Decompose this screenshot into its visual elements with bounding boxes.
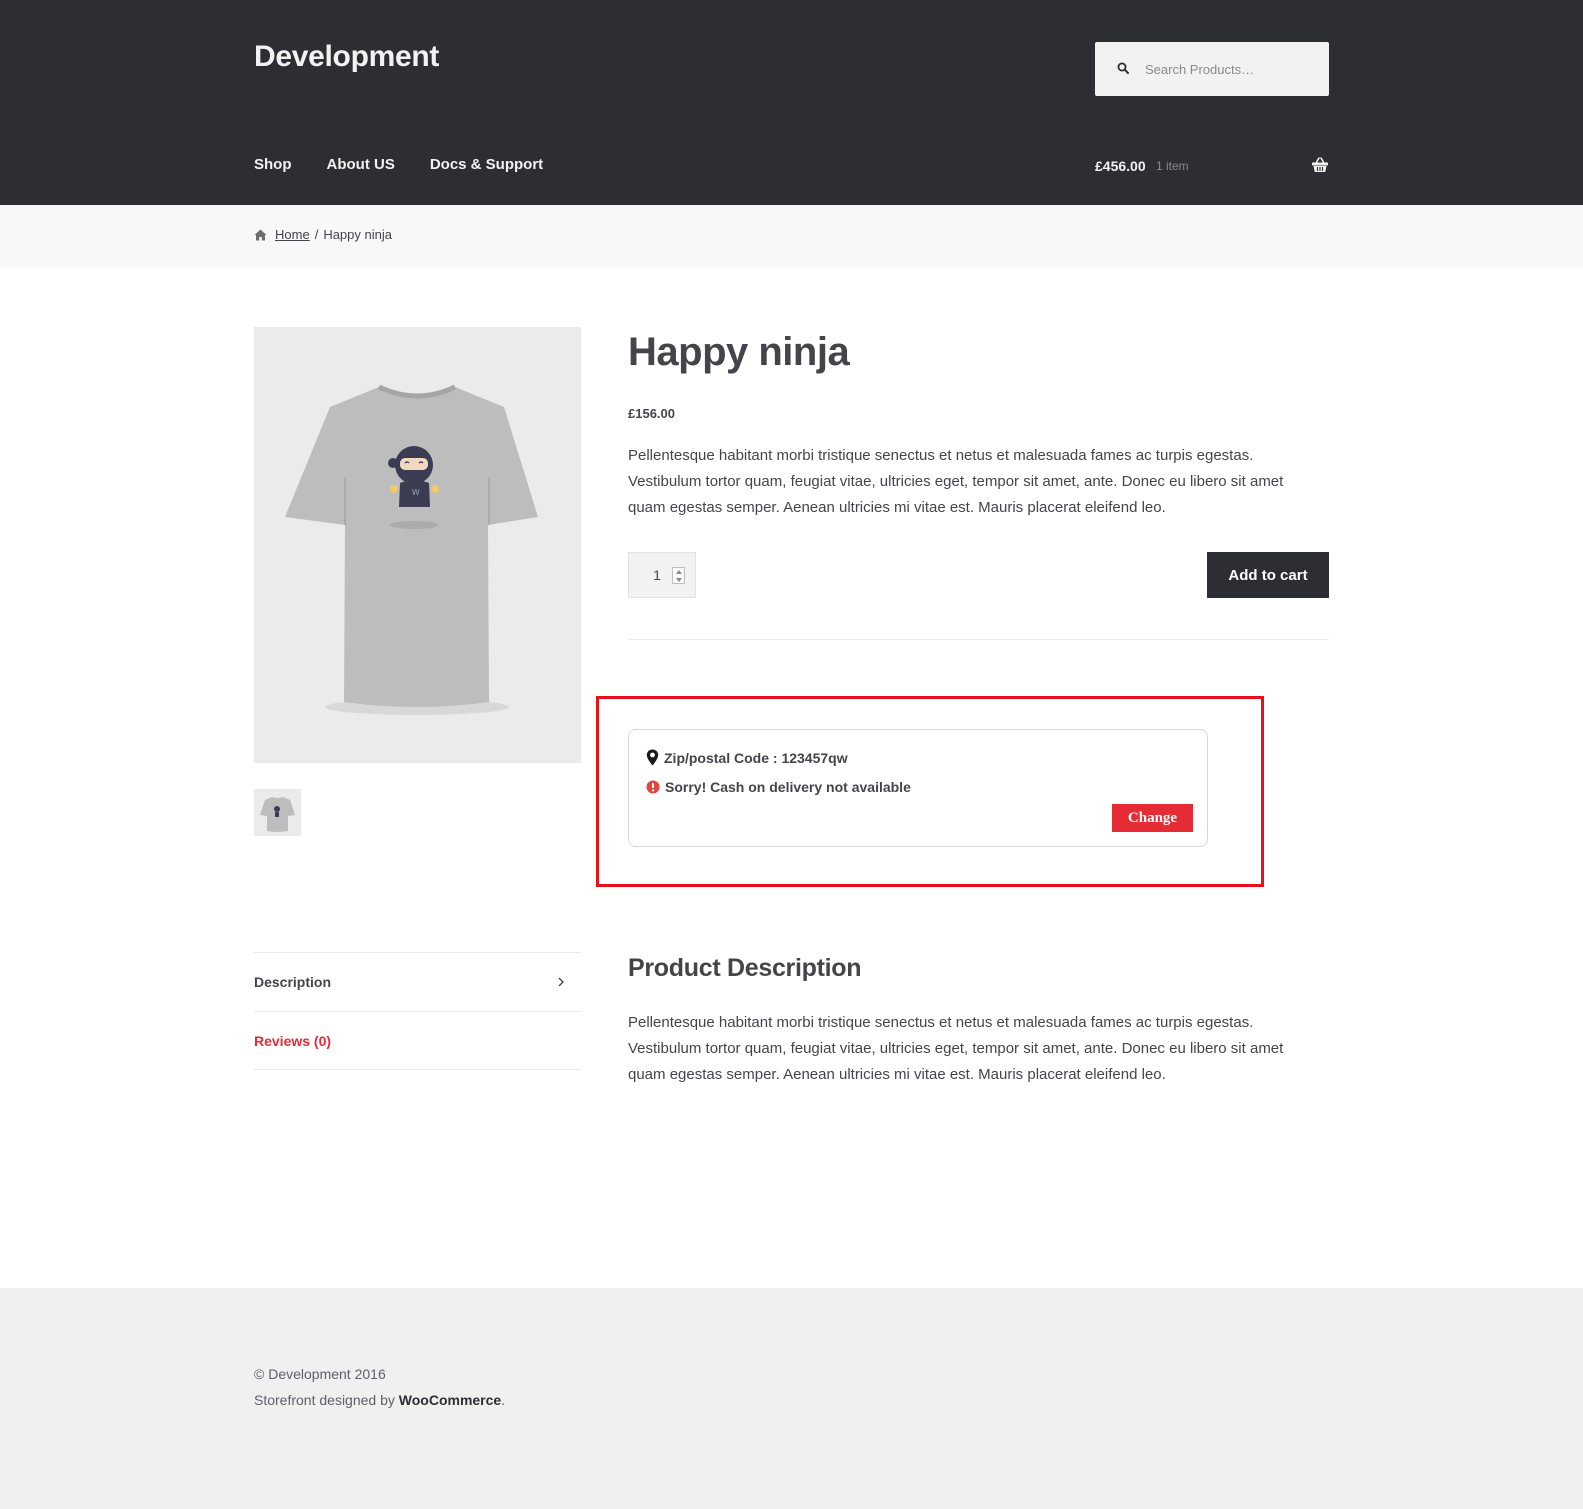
- breadcrumb-separator: /: [314, 227, 319, 242]
- footer-credit-prefix: Storefront designed by: [254, 1392, 399, 1408]
- search-box: [1095, 42, 1329, 96]
- home-icon: [254, 229, 267, 240]
- cod-message-row: Sorry! Cash on delivery not available: [646, 779, 911, 795]
- cart-count: 1 item: [1156, 159, 1189, 173]
- quantity-input[interactable]: [639, 565, 675, 585]
- nav-docs-support[interactable]: Docs & Support: [430, 156, 543, 173]
- woocommerce-link[interactable]: WooCommerce: [399, 1392, 501, 1408]
- svg-text:W: W: [412, 488, 420, 497]
- footer-credit: Storefront designed by WooCommerce.: [254, 1387, 505, 1413]
- header-cart[interactable]: £456.00 1 item: [1095, 157, 1329, 177]
- product-price: £156.00: [628, 406, 675, 421]
- cart-total: £456.00: [1095, 158, 1146, 174]
- search-icon: [1117, 62, 1129, 74]
- spinner-up-icon[interactable]: [676, 570, 682, 574]
- footer-credit-suffix: .: [501, 1392, 506, 1408]
- cod-message: Sorry! Cash on delivery not available: [665, 779, 911, 795]
- product-thumbnail[interactable]: [254, 789, 301, 836]
- description-heading: Product Description: [628, 954, 862, 982]
- main-nav: Shop About US Docs & Support: [254, 156, 543, 173]
- nav-shop[interactable]: Shop: [254, 156, 292, 173]
- chevron-right-icon: [558, 977, 564, 987]
- product-tabs: Description Reviews (0): [254, 952, 581, 1070]
- quantity-stepper: [628, 552, 696, 598]
- zip-code-text: Zip/postal Code : 123457qw: [664, 749, 848, 766]
- product-short-description: Pellentesque habitant morbi tristique se…: [628, 447, 1284, 516]
- spinner-down-icon[interactable]: [676, 578, 682, 582]
- tab-description-label: Description: [254, 974, 332, 990]
- tab-reviews[interactable]: Reviews (0): [254, 1011, 581, 1070]
- zip-row: Zip/postal Code : 123457qw: [646, 749, 848, 766]
- site-title[interactable]: Development: [254, 40, 439, 74]
- tab-reviews-label: Reviews (0): [254, 1033, 332, 1049]
- description-body: Pellentesque habitant morbi tristique se…: [628, 1014, 1284, 1083]
- breadcrumb: Home / Happy ninja: [254, 227, 392, 242]
- breadcrumb-current: Happy ninja: [323, 227, 392, 242]
- alert-icon: [646, 780, 660, 794]
- change-button[interactable]: Change: [1112, 804, 1193, 832]
- footer-copyright: © Development 2016: [254, 1366, 386, 1382]
- add-to-cart-button[interactable]: Add to cart: [1207, 552, 1329, 598]
- tab-description[interactable]: Description: [254, 952, 581, 1011]
- search-input[interactable]: [1145, 56, 1320, 82]
- cod-check-box: Zip/postal Code : 123457qw Sorry! Cash o…: [628, 729, 1208, 847]
- breadcrumb-bar: Home / Happy ninja: [0, 205, 1583, 268]
- basket-icon[interactable]: [1311, 156, 1329, 174]
- nav-about-us[interactable]: About US: [327, 156, 395, 173]
- site-footer: © Development 2016 Storefront designed b…: [0, 1288, 1583, 1509]
- summary-divider: [628, 639, 1329, 640]
- breadcrumb-home-link[interactable]: Home: [275, 227, 310, 242]
- quantity-spinner[interactable]: [672, 567, 685, 584]
- site-header: Development Shop About US Docs & Support…: [0, 0, 1583, 205]
- location-pin-icon: [646, 749, 659, 766]
- product-main-image[interactable]: W: [254, 327, 581, 763]
- product-title: Happy ninja: [628, 330, 850, 374]
